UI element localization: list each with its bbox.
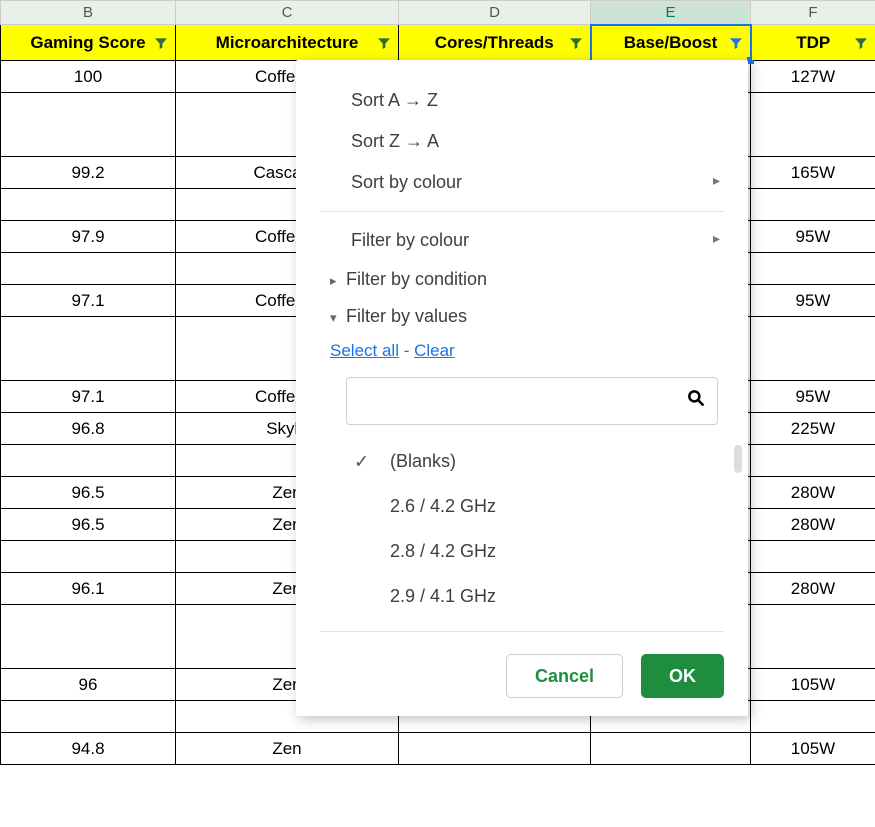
search-icon <box>686 388 706 414</box>
header-base-boost[interactable]: Base/Boost <box>591 25 751 61</box>
col-letter-F[interactable]: F <box>751 1 875 25</box>
filter-values-list: ✓(Blanks) 2.6 / 4.2 GHz 2.8 / 4.2 GHz 2.… <box>296 435 748 623</box>
header-row: Gaming Score Microarchitecture Cores/Thr… <box>1 25 875 61</box>
filter-icon[interactable] <box>853 35 869 51</box>
filter-by-colour[interactable]: Filter by colour <box>296 220 748 261</box>
caret-down-icon: ▾ <box>330 310 346 326</box>
select-all-link[interactable]: Select all <box>330 341 399 360</box>
filter-value-blanks[interactable]: ✓(Blanks) <box>336 439 728 484</box>
filter-by-values[interactable]: ▾Filter by values <box>296 298 748 335</box>
sort-az[interactable]: Sort A → Z <box>296 80 748 121</box>
ok-button[interactable]: OK <box>641 654 724 698</box>
filter-popup: Sort A → Z Sort Z → A Sort by colour Fil… <box>296 60 748 716</box>
col-letter-D[interactable]: D <box>399 1 591 25</box>
col-letter-C[interactable]: C <box>176 1 399 25</box>
divider <box>320 211 724 212</box>
filter-icon[interactable] <box>153 35 169 51</box>
filter-search-input[interactable] <box>346 377 718 425</box>
scrollbar-thumb[interactable] <box>734 445 742 473</box>
header-cores-threads[interactable]: Cores/Threads <box>399 25 591 61</box>
header-tdp[interactable]: TDP <box>751 25 875 61</box>
col-letter-B[interactable]: B <box>1 1 176 25</box>
filter-icon[interactable] <box>376 35 392 51</box>
sort-za[interactable]: Sort Z → A <box>296 121 748 162</box>
col-letter-E[interactable]: E <box>591 1 751 25</box>
filter-icon[interactable] <box>568 35 584 51</box>
column-letter-row: B C D E F <box>1 1 875 25</box>
table-row[interactable]: 94.8Zen105W <box>1 733 875 765</box>
popup-buttons: Cancel OK <box>296 640 748 698</box>
filter-value-item[interactable]: 2.9 / 4.1 GHz <box>336 574 728 619</box>
filter-icon[interactable] <box>728 35 744 51</box>
caret-right-icon: ▸ <box>330 273 346 289</box>
filter-search-wrap <box>346 377 718 425</box>
filter-value-item[interactable]: 2.6 / 4.2 GHz <box>336 484 728 529</box>
clear-link[interactable]: Clear <box>414 341 455 360</box>
divider <box>320 631 724 632</box>
filter-value-item[interactable]: 2.8 / 4.2 GHz <box>336 529 728 574</box>
sort-by-colour[interactable]: Sort by colour <box>296 162 748 203</box>
cancel-button[interactable]: Cancel <box>506 654 623 698</box>
check-icon: ✓ <box>354 451 369 472</box>
filter-by-condition[interactable]: ▸Filter by condition <box>296 261 748 298</box>
filter-value-links: Select all - Clear <box>296 335 748 367</box>
header-microarchitecture[interactable]: Microarchitecture <box>176 25 399 61</box>
header-gaming-score[interactable]: Gaming Score <box>1 25 176 61</box>
